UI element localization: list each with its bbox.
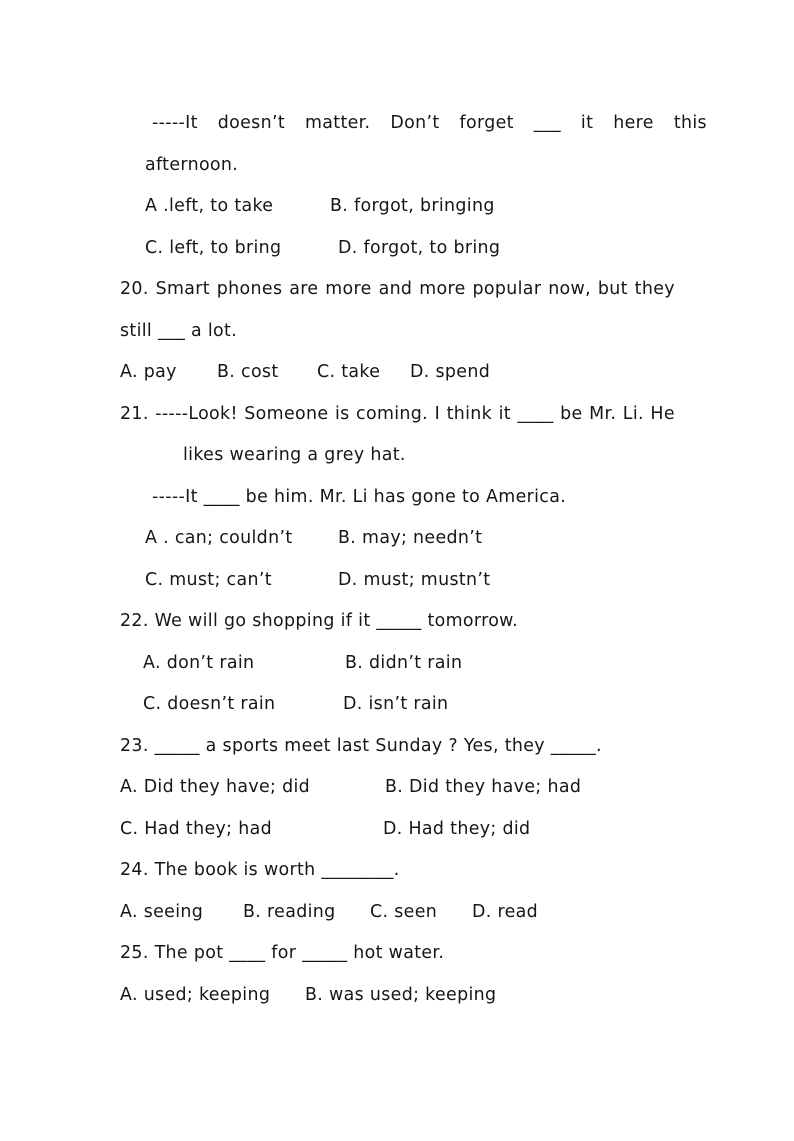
stem-word: coming. — [356, 403, 429, 424]
answer-blank: ____ — [517, 403, 554, 424]
option-b[interactable]: B. forgot, bringing — [330, 186, 495, 228]
question-block-q25: 25. The pot ____ for _____ hot water. A.… — [120, 933, 675, 1016]
option-d[interactable]: D. read — [472, 892, 538, 934]
question-block-q21: 21. -----Look! Someone is coming. Ithink it ___… — [120, 394, 675, 602]
option-row: A. don’t rain B. didn’t rain — [120, 643, 675, 685]
question-block-q23: 23. _____ a sports meet last Sunday ? Ye… — [120, 726, 675, 851]
stem-word: forget — [459, 113, 514, 133]
stem-word: Mr. — [589, 403, 617, 424]
stem-word: matter. — [304, 113, 371, 133]
stem-word: now, — [548, 279, 591, 299]
option-b[interactable]: B. cost — [217, 352, 279, 394]
option-d[interactable]: D. Had they; did — [383, 809, 530, 851]
stem-word: popular — [472, 279, 542, 299]
option-c[interactable]: C. must; can’t — [145, 560, 272, 602]
stem-word: be — [560, 403, 583, 424]
option-row: C. Had they; had D. Had they; did — [120, 809, 675, 851]
stem-word: more — [419, 279, 466, 299]
question-stem-line: 24. The book is worth ________. — [120, 860, 400, 880]
option-c[interactable]: C. take — [317, 352, 380, 394]
stem-word: it — [498, 403, 511, 424]
option-c[interactable]: C. Had they; had — [120, 809, 272, 851]
option-c[interactable]: C. left, to bring — [145, 228, 281, 270]
question-stem-line: 25. The pot ____ for _____ hot water. — [120, 943, 445, 963]
stem-word: Don’t — [390, 113, 440, 133]
option-row: C. doesn’t rain D. isn’t rain — [120, 684, 675, 726]
stem-word: I — [434, 403, 441, 424]
question-block-q24: 24. The book is worth ________. A. seein… — [120, 850, 675, 933]
option-a[interactable]: A. used; keeping — [120, 975, 270, 1017]
stem-word: more — [325, 279, 372, 299]
option-c[interactable]: C. seen — [370, 892, 437, 934]
option-b[interactable]: B. didn’t rain — [345, 643, 462, 685]
stem-word: are — [289, 279, 319, 299]
option-row: A. used; keeping B. was used; keeping — [120, 975, 675, 1017]
option-row: A. Did they have; did B. Did they have; … — [120, 767, 675, 809]
answer-blank: ___ — [533, 113, 561, 133]
stem-word: and — [378, 279, 413, 299]
option-b[interactable]: B. reading — [243, 892, 336, 934]
question-list: -----It doesn’t matter. Don’t forget ___ it her… — [120, 103, 707, 1016]
option-d[interactable]: D. must; mustn’t — [338, 560, 490, 602]
question-stem-line: still ___ a lot. — [120, 320, 238, 341]
question-stem-line: 20. Smart phones are more and more popular now, b… — [120, 269, 675, 311]
stem-word: think — [446, 403, 493, 424]
stem-word: Someone — [244, 403, 329, 424]
worksheet-page: -----It doesn’t matter. Don’t forget ___ it her… — [0, 0, 794, 1123]
option-b[interactable]: B. may; needn’t — [338, 518, 482, 560]
option-c[interactable]: C. doesn’t rain — [143, 684, 275, 726]
option-row: A . can; couldn’t B. may; needn’t — [120, 518, 675, 560]
question-block-q19-continued: -----It doesn’t matter. Don’t forget ___ it her… — [120, 103, 707, 270]
question-stem-line: 23. _____ a sports meet last Sunday ? Ye… — [120, 735, 602, 756]
option-row: A. seeing B. reading C. seen D. read — [120, 892, 675, 934]
stem-word: Li. — [622, 403, 644, 424]
question-stem-line: -----It doesn’t matter. Don’t forget ___ it her… — [120, 103, 707, 145]
option-a[interactable]: A. don’t rain — [143, 643, 254, 685]
question-stem-line: 22. We will go shopping if it _____ tomo… — [120, 611, 519, 631]
option-a[interactable]: A. seeing — [120, 892, 203, 934]
stem-word: phones — [216, 279, 283, 299]
stem-word: doesn’t — [217, 113, 285, 133]
option-d[interactable]: D. spend — [410, 352, 490, 394]
stem-word: is — [334, 403, 350, 424]
stem-word: it — [580, 113, 594, 133]
stem-word: they — [634, 279, 675, 299]
stem-word: here — [613, 113, 654, 133]
option-a[interactable]: A. Did they have; did — [120, 767, 310, 809]
option-row: A .left, to take B. forgot, bringing — [120, 186, 675, 228]
option-b[interactable]: B. Did they have; had — [385, 767, 581, 809]
option-a[interactable]: A. pay — [120, 352, 177, 394]
question-stem-line: likes wearing a grey hat. — [183, 445, 406, 465]
stem-word: -----It — [152, 113, 198, 133]
question-stem-line: 21. -----Look! Someone is coming. Ithink it ___… — [120, 394, 675, 436]
option-d[interactable]: D. isn’t rain — [343, 684, 448, 726]
option-row: C. left, to bring D. forgot, to bring — [120, 228, 675, 270]
question-stem-line: -----It ____ be him. Mr. Li has gone to … — [152, 486, 567, 507]
stem-word: -----Look! — [155, 403, 238, 424]
stem-word: but — [597, 279, 628, 299]
question-stem-line: afternoon. — [145, 154, 239, 175]
option-d[interactable]: D. forgot, to bring — [338, 228, 500, 270]
option-a[interactable]: A .left, to take — [145, 186, 273, 228]
option-b[interactable]: B. was used; keeping — [305, 975, 496, 1017]
option-row: A. pay B. cost C. take D. spend — [120, 352, 675, 394]
question-block-q20: 20. Smart phones are more and more popular now, b… — [120, 269, 675, 394]
option-row: C. must; can’t D. must; mustn’t — [120, 560, 675, 602]
stem-word: He — [650, 403, 675, 424]
question-block-q22: 22. We will go shopping if it _____ tomo… — [120, 601, 675, 726]
stem-word: this — [673, 113, 707, 133]
option-a[interactable]: A . can; couldn’t — [145, 518, 293, 560]
